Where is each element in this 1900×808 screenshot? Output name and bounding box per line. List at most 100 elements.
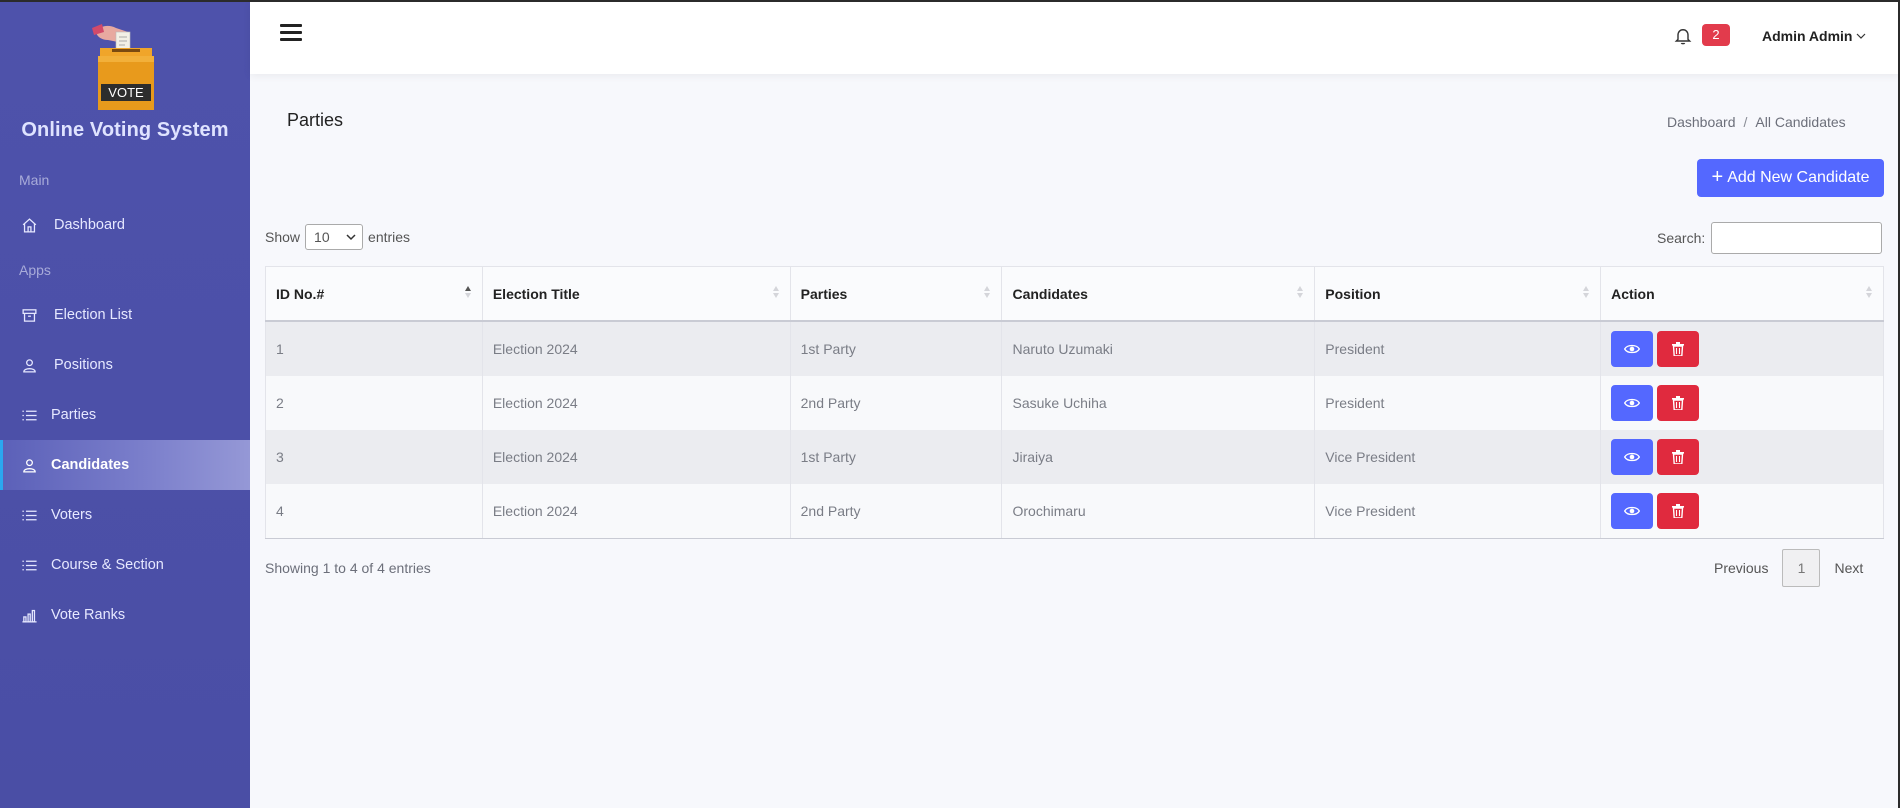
table-info: Showing 1 to 4 of 4 entries [265,560,431,576]
add-new-candidate-button[interactable]: + Add New Candidate [1697,159,1884,197]
breadcrumb-separator: / [1743,114,1748,130]
entries-select[interactable]: 10 [305,224,364,250]
sort-icon [1297,286,1304,298]
column-header-election-title[interactable]: Election Title [481,266,791,322]
window-top-border [0,0,1900,2]
eye-icon [1624,452,1641,462]
column-header-parties[interactable]: Parties [789,266,1003,322]
user-menu[interactable]: Admin Admin [1762,28,1866,44]
cell-id: 3 [265,430,483,484]
menu-section-apps: Apps [19,262,51,278]
breadcrumb-dashboard[interactable]: Dashboard [1667,114,1736,130]
sort-asc-icon [464,286,471,298]
trash-icon [1672,450,1685,464]
sidebar-item-label: Voters [51,507,93,523]
sort-icon [772,286,779,298]
archive-icon [19,305,39,325]
sidebar-item-voters[interactable]: Voters [0,490,250,540]
chevron-down-icon [346,234,356,241]
cell-candidate: Naruto Uzumaki [1001,321,1316,376]
sidebar-item-positions[interactable]: Positions [0,340,250,390]
hamburger-menu-icon[interactable] [280,24,302,42]
menu-section-main: Main [19,172,50,188]
vote-box-logo: VOTE [92,24,154,110]
view-button[interactable] [1611,385,1654,421]
sidebar-item-candidates[interactable]: Candidates [0,440,250,490]
cell-candidate: Sasuke Uchiha [1001,376,1316,430]
sidebar-item-label: Parties [51,407,97,423]
show-entries-control: Show 10 entries [265,224,410,250]
sidebar-item-election-list[interactable]: Election List [0,290,250,340]
cell-position: Vice President [1314,484,1602,539]
delete-button[interactable] [1657,331,1700,367]
sidebar-item-vote-ranks[interactable]: Vote Ranks [0,590,250,640]
next-page-button[interactable]: Next [1820,560,1877,576]
view-button[interactable] [1611,331,1654,367]
plus-icon: + [1711,166,1724,188]
cell-position: President [1314,376,1602,430]
eye-icon [1624,506,1641,516]
cell-candidate: Jiraiya [1001,430,1316,484]
breadcrumb: Dashboard / All Candidates [1667,114,1846,130]
cell-election: Election 2024 [481,430,791,484]
delete-button[interactable] [1657,385,1700,421]
cell-party: 1st Party [789,430,1003,484]
trash-icon [1672,396,1685,410]
cell-action [1600,376,1884,430]
cell-election: Election 2024 [481,484,791,539]
bar-chart-icon [19,605,39,625]
cell-party: 2nd Party [789,376,1003,430]
page-button-1[interactable]: 1 [1782,549,1821,587]
column-header-position[interactable]: Position [1314,266,1602,322]
cell-id: 1 [265,321,483,376]
sidebar: VOTE Online Voting System Main Dashboard… [0,0,250,808]
delete-button[interactable] [1657,439,1700,475]
eye-icon [1624,398,1641,408]
top-header: 2 Admin Admin [250,2,1900,74]
column-header-candidates[interactable]: Candidates [1001,266,1316,322]
logo-text: VOTE [108,85,144,100]
home-icon [19,215,39,235]
cell-election: Election 2024 [481,376,791,430]
brand-name: Online Voting System [21,119,229,141]
table-row: 3 Election 2024 1st Party Jiraiya Vice P… [265,430,1884,484]
notification-badge: 2 [1702,24,1730,46]
breadcrumb-current: All Candidates [1755,114,1846,130]
cell-election: Election 2024 [481,321,791,376]
entries-label: entries [368,229,411,245]
show-label: Show [265,229,301,245]
sidebar-item-course-section[interactable]: Course & Section [0,540,250,590]
eye-icon [1624,344,1641,354]
pagination: Previous 1 Next [1700,549,1877,587]
column-header-action[interactable]: Action [1600,266,1884,322]
column-header-id[interactable]: ID No.# [265,266,483,322]
table-row: 1 Election 2024 1st Party Naruto Uzumaki… [265,321,1884,376]
table-row: 4 Election 2024 2nd Party Orochimaru Vic… [265,484,1884,539]
table-header-row: ID No.# Election Title Parties Candidate… [265,266,1884,322]
candidates-table: ID No.# Election Title Parties Candidate… [265,266,1884,539]
previous-page-button[interactable]: Previous [1700,560,1782,576]
add-button-label: Add New Candidate [1727,169,1870,186]
sidebar-item-label: Positions [54,357,113,373]
cell-id: 2 [265,376,483,430]
bell-icon[interactable] [1673,25,1693,47]
page-title: Parties [287,110,344,130]
view-button[interactable] [1611,439,1654,475]
search-input[interactable] [1711,222,1883,254]
sidebar-item-dashboard[interactable]: Dashboard [0,200,250,250]
cell-candidate: Orochimaru [1001,484,1316,539]
cell-action [1600,484,1884,539]
delete-button[interactable] [1657,493,1700,529]
search-label: Search: [1657,230,1706,246]
cell-id: 4 [265,484,483,539]
list-icon [19,555,39,575]
cell-position: Vice President [1314,430,1602,484]
sort-icon [1866,286,1872,298]
list-icon [19,405,39,425]
brand: VOTE Online Voting System [0,0,250,150]
view-button[interactable] [1611,493,1654,529]
table-row: 2 Election 2024 2nd Party Sasuke Uchiha … [265,376,1884,430]
sidebar-item-parties[interactable]: Parties [0,390,250,440]
chevron-down-icon [1857,33,1866,39]
user-icon [19,455,39,475]
